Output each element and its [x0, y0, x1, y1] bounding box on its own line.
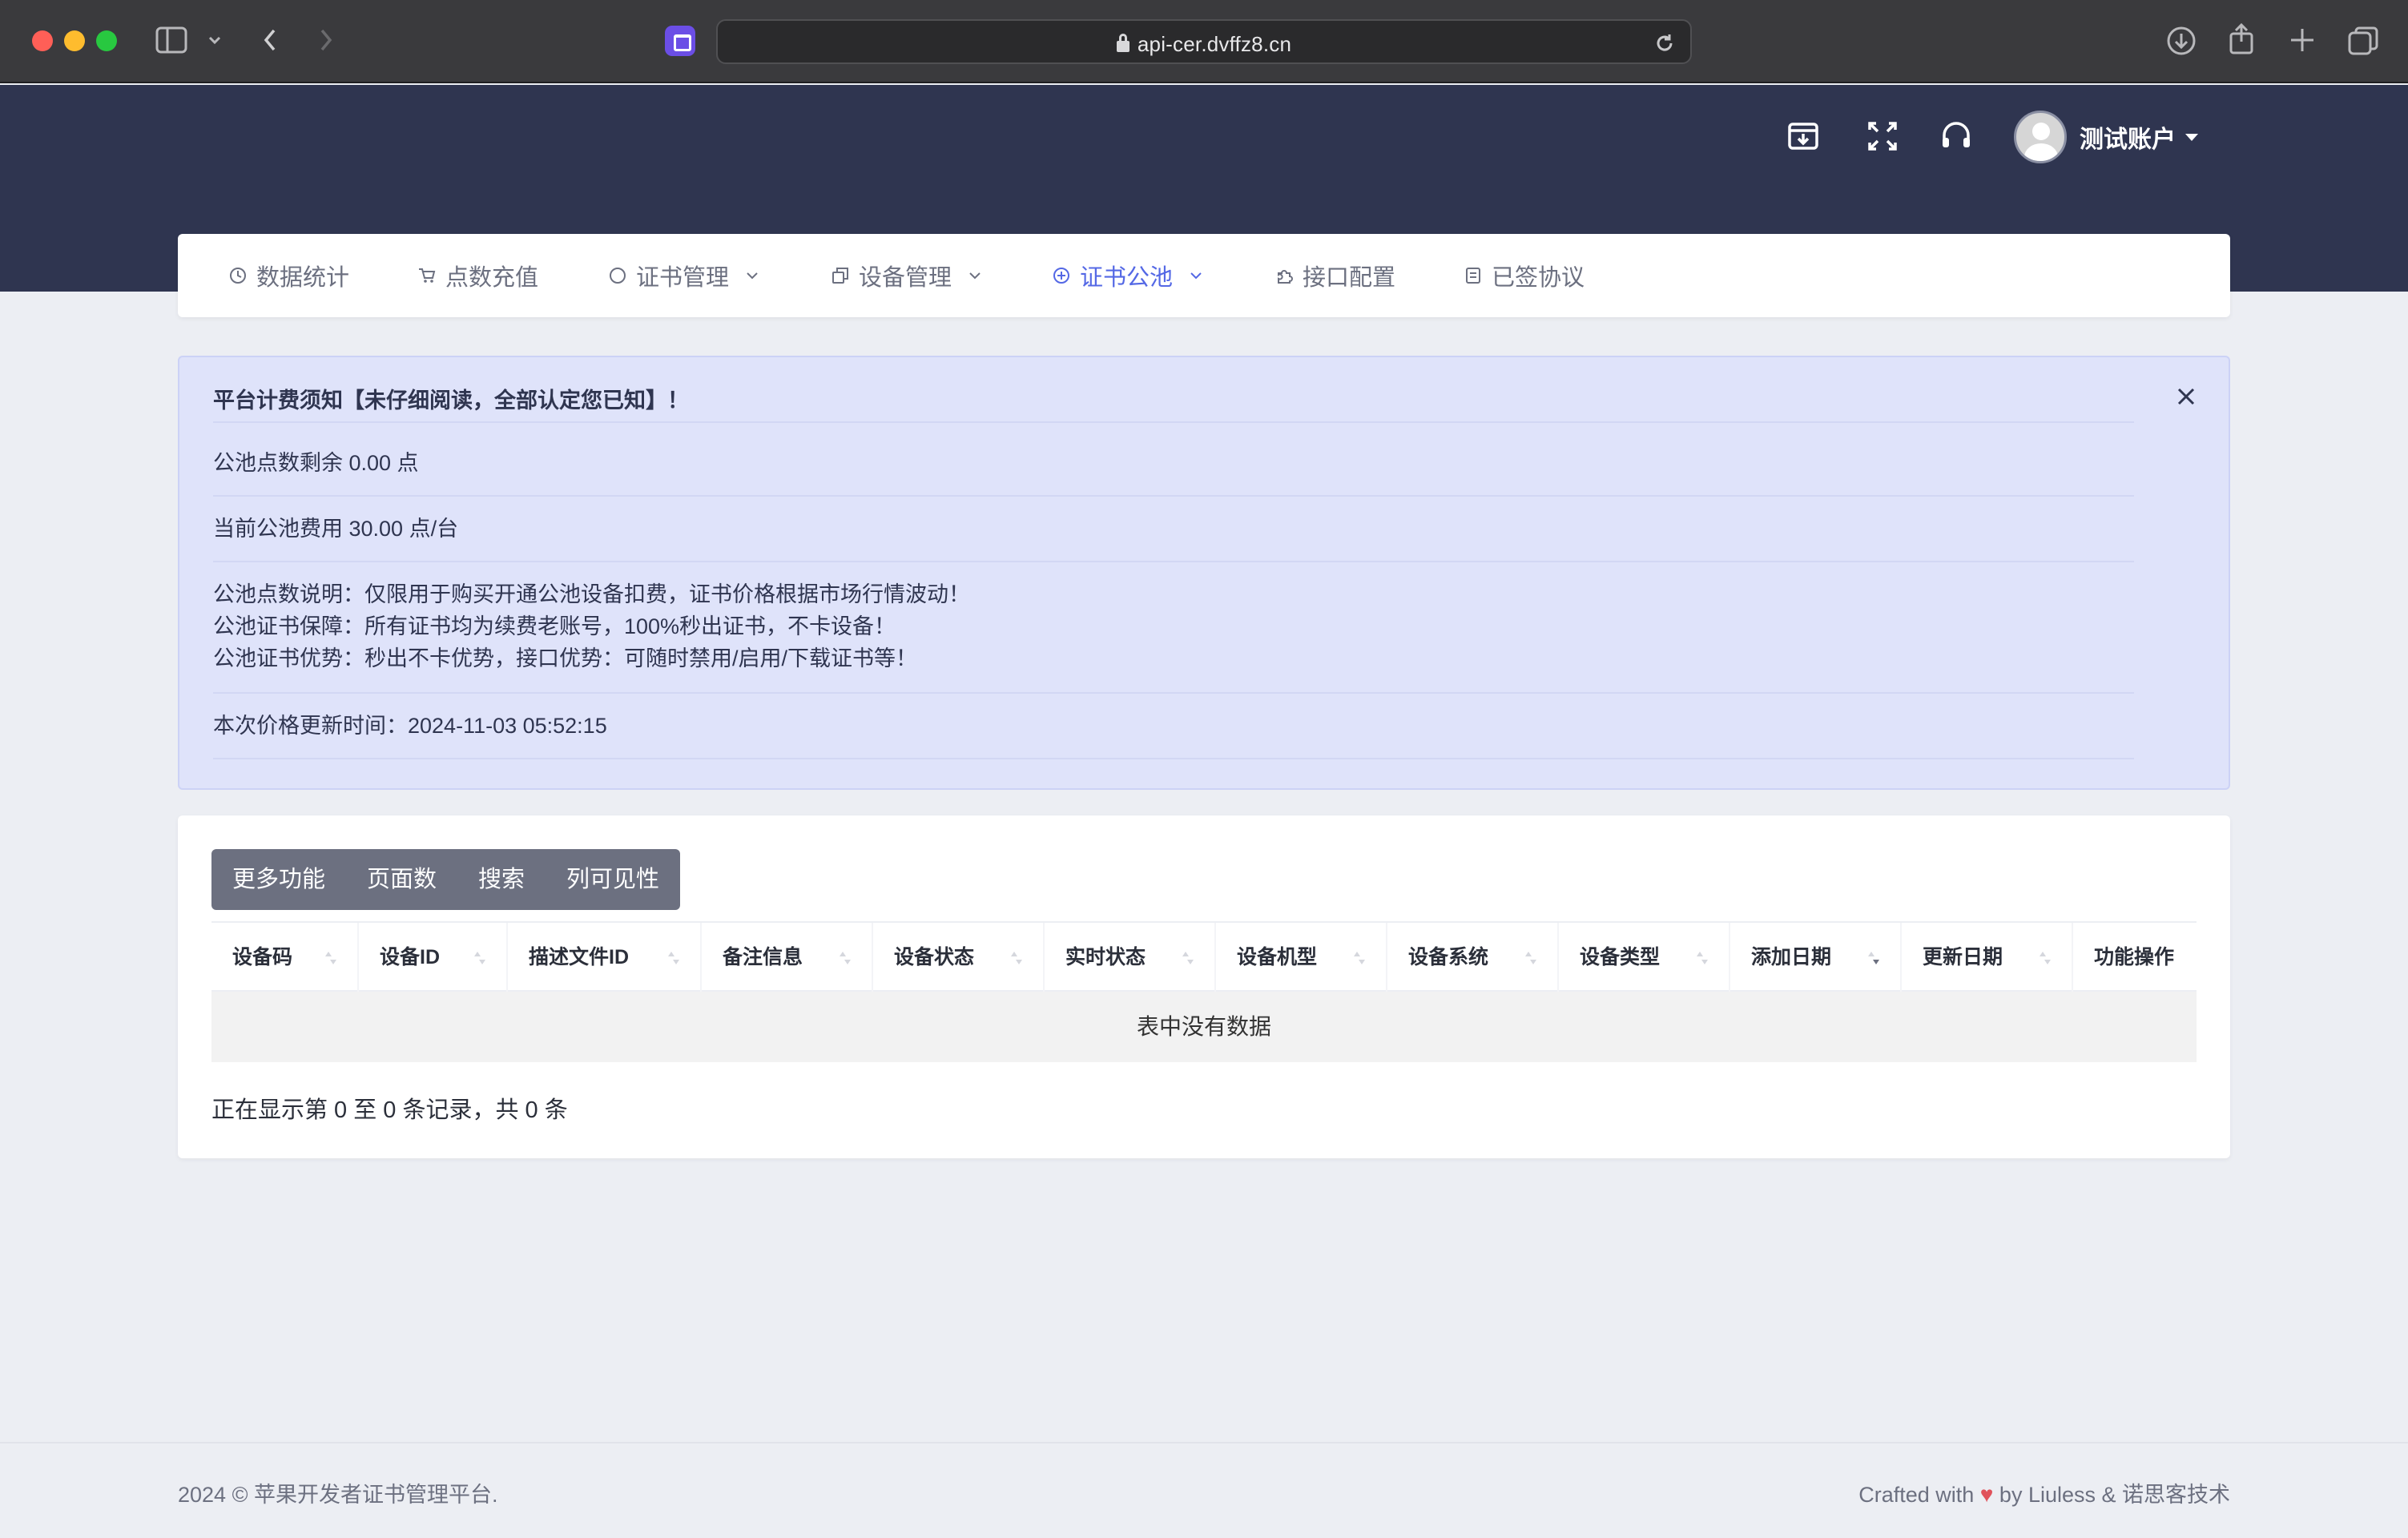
user-menu[interactable]: 测试账户	[2014, 111, 2198, 163]
column-header[interactable]: 设备系统	[1387, 923, 1559, 992]
nav-item-device-management[interactable]: 设备管理	[832, 234, 984, 317]
sort-icon	[1697, 952, 1708, 964]
nav-item-cert-management[interactable]: 证书管理	[609, 234, 761, 317]
sort-icon	[325, 952, 336, 964]
sort-icon	[1011, 952, 1022, 964]
column-header[interactable]: 实时状态	[1045, 923, 1216, 992]
sort-icon	[840, 952, 851, 964]
column-header[interactable]: 设备码	[211, 923, 359, 992]
column-header[interactable]: 添加日期	[1730, 923, 1902, 992]
clock-icon	[230, 268, 246, 284]
nav-label: 已签协议	[1492, 265, 1585, 291]
column-header[interactable]: 描述文件ID	[508, 923, 702, 992]
plus-circle-icon	[1053, 268, 1069, 284]
table-toolbar: 更多功能 页面数 搜索 列可见性	[211, 849, 681, 910]
avatar[interactable]	[2014, 111, 2067, 163]
column-header[interactable]: 更新日期	[1902, 923, 2073, 992]
chevron-down-icon	[1190, 272, 1202, 280]
url-text: api-cer.dvffz8.cn	[1137, 32, 1292, 56]
nav-label: 证书管理	[636, 265, 730, 291]
address-bar[interactable]: api-cer.dvffz8.cn	[716, 19, 1692, 64]
notice-line: 公池点数说明：仅限用于购买开通公池设备扣费，证书价格根据市场行情波动！	[213, 582, 970, 606]
search-button[interactable]: 搜索	[457, 849, 546, 910]
lock-icon	[1116, 34, 1130, 52]
table-header-row: 设备码 设备ID 描述文件ID 备注信息 设备状态 实时状态 设备机型 设备系统…	[211, 921, 2197, 992]
sort-icon	[1525, 952, 1536, 964]
device-table: 设备码 设备ID 描述文件ID 备注信息 设备状态 实时状态 设备机型 设备系统…	[211, 921, 2197, 1062]
circle-icon	[610, 268, 626, 284]
nav-label: 数据统计	[256, 265, 350, 291]
forward-icon[interactable]	[316, 26, 336, 54]
zoom-window-button[interactable]	[96, 30, 117, 51]
sidebar-toggle-icon[interactable]	[155, 26, 187, 54]
footer-credits: Crafted with ♥ by Liuless & 诺思客技术	[1858, 1482, 2230, 1507]
sort-icon	[668, 952, 679, 964]
nav-label: 点数充值	[445, 265, 539, 291]
headset-support-icon[interactable]	[1939, 119, 1974, 154]
reload-icon[interactable]	[1653, 32, 1676, 58]
chevron-down-icon[interactable]	[207, 32, 223, 48]
sort-icon	[1182, 952, 1194, 964]
notice-line: 公池证书保障：所有证书均为续费老账号，100%秒出证书，不卡设备！	[213, 614, 896, 638]
copy-icon	[832, 268, 848, 284]
close-window-button[interactable]	[32, 30, 53, 51]
nav-label: 设备管理	[859, 265, 952, 291]
heart-icon: ♥	[1979, 1482, 1994, 1507]
sort-icon	[1354, 952, 1365, 964]
page-size-button[interactable]: 页面数	[346, 849, 457, 910]
column-header[interactable]: 设备ID	[359, 923, 508, 992]
footer-copyright: 2024 © 苹果开发者证书管理平台.	[178, 1483, 498, 1507]
download-icon[interactable]	[2166, 26, 2197, 56]
footer: 2024 © 苹果开发者证书管理平台. Crafted with ♥ by Li…	[0, 1442, 2408, 1538]
notice-title: 平台计费须知【未仔细阅读，全部认定您已知】！	[213, 376, 2134, 423]
notice-balance: 公池点数剩余 0.00 点	[213, 431, 2134, 497]
notice-fee: 当前公池费用 30.00 点/台	[213, 497, 2134, 562]
site-favicon	[665, 26, 695, 56]
tab-overview-icon[interactable]	[2347, 26, 2379, 56]
new-tab-icon[interactable]	[2288, 26, 2317, 54]
puzzle-icon	[1278, 270, 1293, 284]
nav-label: 接口配置	[1303, 265, 1396, 291]
nav-label: 证书公池	[1080, 265, 1174, 291]
chevron-down-icon	[747, 272, 758, 280]
column-header[interactable]: 设备机型	[1216, 923, 1387, 992]
column-header[interactable]: 备注信息	[702, 923, 873, 992]
browser-chrome: api-cer.dvffz8.cn	[0, 0, 2408, 83]
nav-item-signed-agreements[interactable]: 已签协议	[1464, 234, 1585, 317]
sort-icon	[474, 952, 485, 964]
nav-item-statistics[interactable]: 数据统计	[229, 234, 349, 317]
main-nav: 数据统计 点数充值 证书管理 设备管理 证书公池 接口配置 已签协议	[178, 234, 2230, 317]
notice-description: 公池点数说明：仅限用于购买开通公池设备扣费，证书价格根据市场行情波动！ 公池证书…	[213, 562, 2134, 694]
column-header[interactable]: 设备状态	[873, 923, 1045, 992]
empty-table-message: 表中没有数据	[211, 992, 2197, 1062]
table-info: 正在显示第 0 至 0 条记录，共 0 条	[211, 1097, 568, 1123]
back-icon[interactable]	[260, 26, 280, 54]
chevron-down-icon	[969, 272, 981, 280]
notice-update-time: 本次价格更新时间：2024-11-03 05:52:15	[213, 694, 2134, 759]
share-icon[interactable]	[2227, 22, 2256, 54]
document-icon	[1466, 268, 1480, 284]
column-header: 功能操作	[2094, 946, 2175, 968]
nav-item-recharge[interactable]: 点数充值	[418, 234, 538, 317]
user-name[interactable]: 测试账户	[2080, 119, 2176, 155]
more-functions-button[interactable]: 更多功能	[211, 849, 346, 910]
cart-icon	[419, 268, 436, 283]
column-header[interactable]: 设备类型	[1559, 923, 1730, 992]
billing-notice: 平台计费须知【未仔细阅读，全部认定您已知】！ 公池点数剩余 0.00 点 当前公…	[178, 356, 2230, 790]
archive-download-icon[interactable]	[1786, 119, 1821, 154]
close-icon[interactable]	[2174, 384, 2198, 409]
nav-item-cert-pool[interactable]: 证书公池	[1053, 234, 1205, 317]
caret-down-icon[interactable]	[2185, 133, 2198, 141]
notice-line: 公池证书优势：秒出不卡优势，接口优势：可随时禁用/启用/下载证书等！	[213, 646, 918, 670]
minimize-window-button[interactable]	[64, 30, 85, 51]
sort-icon	[2040, 952, 2051, 964]
column-visibility-button[interactable]: 列可见性	[546, 849, 680, 910]
fullscreen-icon[interactable]	[1865, 119, 1900, 154]
device-table-card: 更多功能 页面数 搜索 列可见性 设备码 设备ID 描述文件ID 备注信息 设备…	[178, 815, 2230, 1158]
nav-item-api-config[interactable]: 接口配置	[1275, 234, 1395, 317]
sort-desc-icon	[1868, 952, 1879, 964]
